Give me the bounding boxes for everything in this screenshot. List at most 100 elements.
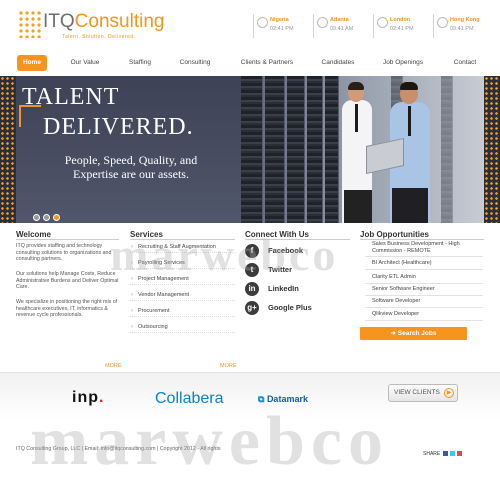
nav-consulting[interactable]: Consulting	[175, 55, 215, 71]
welcome-paragraph: We specialize in positioning the right m…	[16, 299, 118, 319]
clock-icon	[437, 17, 448, 28]
header: ITQConsulting Talent. Solution. Delivere…	[0, 0, 500, 52]
clock-time: 02:41 PM	[390, 26, 414, 32]
person-image	[355, 104, 358, 132]
social-linkedin[interactable]: in LinkedIn	[245, 281, 345, 297]
nav-home[interactable]: Home	[17, 55, 47, 71]
person-image	[344, 190, 372, 223]
hero-side-pattern	[0, 76, 16, 223]
logo-dots-icon	[18, 10, 42, 38]
social-google-plus[interactable]: g+ Google Plus	[245, 300, 345, 316]
twitter-icon: t	[245, 263, 259, 277]
social-label: Twitter	[268, 265, 293, 274]
nav-contact[interactable]: Contact	[449, 55, 481, 71]
logo[interactable]: ITQConsulting Talent. Solution. Delivere…	[18, 10, 178, 40]
job-item[interactable]: Qlikview Developer	[365, 311, 483, 321]
job-item[interactable]: Software Developer	[365, 298, 483, 308]
job-item[interactable]: BI Architect (Healthcare)	[365, 260, 483, 270]
clock-icon	[257, 17, 268, 28]
clock-icon	[317, 17, 328, 28]
rack	[287, 76, 305, 223]
arrow-right-icon: ▶	[444, 388, 454, 398]
service-item[interactable]: Vendor Management	[130, 289, 235, 301]
services-heading: Services	[130, 230, 163, 239]
person-image	[348, 82, 364, 90]
linkedin-icon: in	[245, 282, 259, 296]
clock-hong-kong: Hong Kong 09:41 PM	[433, 14, 493, 38]
person-image	[400, 82, 418, 90]
bracket-decoration	[19, 105, 21, 127]
footer-copyright: ITQ Consulting Group, LLC | Email: info@…	[16, 446, 221, 452]
slider-pagination	[33, 214, 60, 221]
divider	[245, 239, 350, 240]
social-facebook[interactable]: f Facebook	[245, 243, 345, 259]
divider	[130, 239, 235, 240]
view-clients-button[interactable]: VIEW CLIENTS ▶	[388, 384, 458, 402]
google-plus-icon: g+	[245, 301, 259, 315]
nav-clients-partners[interactable]: Clients & Partners	[235, 55, 299, 71]
service-item[interactable]: Project Management	[130, 273, 235, 285]
facebook-share-icon[interactable]	[442, 451, 448, 457]
slide-dot[interactable]	[33, 214, 40, 221]
clock-time: 02:41 PM	[270, 26, 294, 32]
divider	[16, 239, 119, 240]
twitter-share-icon[interactable]	[450, 451, 456, 457]
page: ITQConsulting Talent. Solution. Delivere…	[0, 0, 500, 500]
datamark-wordmark: Datamark	[266, 394, 308, 404]
client-logo-inp[interactable]: inp.	[72, 389, 104, 407]
welcome-paragraph: Our solutions help Manage Costs, Reduce …	[16, 271, 119, 291]
job-item[interactable]: Sales Business Development - High Commis…	[365, 241, 483, 257]
clock-nigeria: Nigeria 02:41 PM	[253, 14, 313, 38]
welcome-paragraph: ITQ provides staffing and technology con…	[16, 243, 112, 263]
service-item[interactable]: Recruiting & Staff Augmentation	[130, 241, 235, 253]
rack	[241, 76, 263, 223]
hero-text-panel: TALENT DELIVERED. People, Speed, Quality…	[16, 76, 241, 223]
nav-job-openings[interactable]: Job Openings	[380, 55, 426, 71]
client-logo-collabera[interactable]: Collabera	[155, 390, 223, 408]
clock-atlanta: Atlanta 09:41 AM	[313, 14, 373, 38]
hero-subtitle: People, Speed, Quality, and Expertise ar…	[64, 153, 198, 181]
hero-title-line1: TALENT	[22, 84, 120, 110]
hero-side-pattern	[484, 76, 500, 223]
slide-dot-active[interactable]	[53, 214, 60, 221]
search-jobs-label: Search Jobs	[397, 330, 437, 337]
client-logo-datamark[interactable]: ⧉ Datamark	[258, 394, 308, 405]
slide-dot[interactable]	[43, 214, 50, 221]
rack	[441, 76, 453, 223]
social-twitter[interactable]: t Twitter	[245, 262, 345, 278]
clock-city: Atlanta	[330, 17, 349, 23]
service-item[interactable]: Payrolling Services	[130, 257, 235, 269]
nav-staffing[interactable]: Staffing	[123, 55, 157, 71]
logo-tagline: Talent. Solution. Delivered.	[62, 34, 136, 40]
welcome-heading: Welcome	[16, 230, 51, 239]
share-widget[interactable]: SHARE	[423, 451, 483, 459]
clock-city: London	[390, 17, 411, 23]
clock-city: Hong Kong	[450, 17, 480, 23]
rack	[265, 76, 285, 223]
connect-heading: Connect With Us	[245, 230, 309, 239]
clock-icon	[377, 17, 388, 28]
job-item[interactable]: Senior Software Engineer	[365, 286, 483, 296]
inp-wordmark: inp	[72, 389, 99, 406]
facebook-icon: f	[245, 244, 259, 258]
search-jobs-button[interactable]: ➜ Search Jobs	[360, 327, 467, 340]
clock-city: Nigeria	[270, 17, 289, 23]
view-clients-label: VIEW CLIENTS	[394, 389, 440, 396]
job-item[interactable]: Clarity ETL Admin	[365, 274, 483, 284]
welcome-more-link[interactable]: MORE	[105, 363, 122, 369]
service-item[interactable]: Procurement	[130, 305, 235, 317]
services-more-link[interactable]: MORE	[220, 363, 237, 369]
hero-title-line2: DELIVERED.	[43, 114, 194, 140]
world-clocks: Nigeria 02:41 PM Atlanta 09:41 AM London…	[253, 14, 493, 38]
person-image	[408, 106, 411, 136]
email-share-icon[interactable]	[457, 451, 463, 457]
social-label: Facebook	[268, 246, 304, 255]
jobs-heading: Job Opportunities	[360, 230, 429, 239]
service-item[interactable]: Outsourcing	[130, 321, 235, 333]
person-image	[392, 188, 428, 223]
nav-our-value[interactable]: Our Value	[65, 55, 105, 71]
social-label: Google Plus	[268, 303, 312, 312]
nav-candidates[interactable]: Candidates	[318, 55, 358, 71]
social-label: LinkedIn	[268, 284, 299, 293]
rack	[325, 76, 339, 223]
